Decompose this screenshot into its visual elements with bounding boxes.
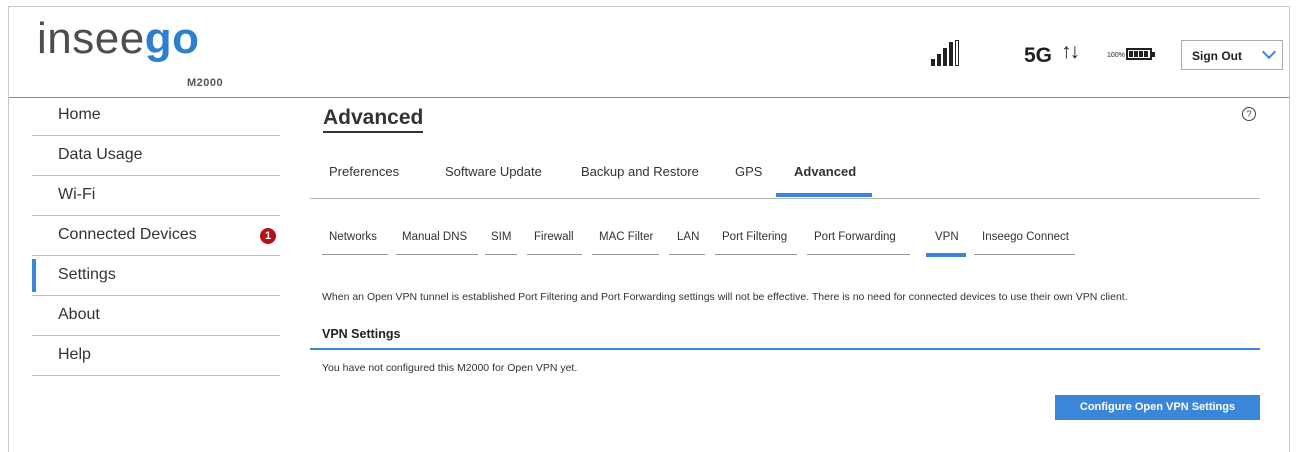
sidebar-item-label: Data Usage (58, 146, 143, 163)
sidebar-item-help[interactable]: Help (32, 336, 280, 376)
battery-icon (1126, 48, 1155, 60)
battery-percent: 100% (1107, 52, 1125, 59)
transfer-arrows-icon: ↑↓ (1061, 40, 1080, 63)
sidebar-nav: Home Data Usage Wi-Fi Connected Devices 1… (32, 96, 280, 376)
sidebar-item-home[interactable]: Home (32, 96, 280, 136)
subtab-port-filtering[interactable]: Port Filtering (722, 231, 787, 243)
active-subtab-indicator (926, 253, 966, 257)
sidebar-item-label: Connected Devices (58, 226, 197, 243)
configure-vpn-button[interactable]: Configure Open VPN Settings (1055, 395, 1260, 420)
logo-text-accent: go (144, 14, 200, 63)
logo-text-main: insee (37, 14, 145, 63)
subtab-inseego-connect[interactable]: Inseego Connect (982, 231, 1069, 243)
settings-tabs: Preferences Software Update Backup and R… (310, 152, 1260, 199)
sidebar-item-settings[interactable]: Settings (32, 256, 280, 296)
header: inseego M2000 5G ↑↓ 100% Sign Out (9, 7, 1289, 98)
inseego-logo: inseego (37, 17, 199, 61)
sidebar-item-label: Wi-Fi (58, 186, 96, 203)
section-title: VPN Settings (322, 327, 401, 341)
signal-icon (931, 40, 971, 66)
help-icon[interactable]: ? (1242, 107, 1256, 121)
sidebar-item-label: Settings (58, 266, 116, 283)
subtab-divider (715, 254, 797, 255)
vpn-status-text: You have not configured this M2000 for O… (322, 362, 578, 374)
subtab-vpn[interactable]: VPN (935, 231, 959, 243)
sidebar-item-label: Help (58, 346, 91, 363)
subtab-networks[interactable]: Networks (329, 231, 377, 243)
notification-badge: 1 (260, 228, 276, 244)
sidebar-item-label: About (58, 306, 100, 323)
subtab-divider (485, 254, 517, 255)
page-title: Advanced (323, 106, 424, 133)
chevron-down-icon (1261, 44, 1277, 60)
sidebar-item-data-usage[interactable]: Data Usage (32, 136, 280, 176)
subtab-divider (527, 254, 582, 255)
subtab-divider (807, 254, 910, 255)
subtab-divider (974, 254, 1075, 255)
sidebar-item-label: Home (58, 106, 101, 123)
active-tab-indicator (776, 193, 872, 197)
sidebar-item-connected-devices[interactable]: Connected Devices 1 (32, 216, 280, 256)
sign-out-dropdown[interactable]: Sign Out (1181, 40, 1283, 70)
tab-preferences[interactable]: Preferences (329, 164, 399, 179)
subtab-port-forwarding[interactable]: Port Forwarding (814, 231, 896, 243)
tab-gps[interactable]: GPS (735, 164, 762, 179)
tab-advanced[interactable]: Advanced (794, 164, 856, 179)
tab-software-update[interactable]: Software Update (445, 164, 542, 179)
device-model: M2000 (187, 77, 224, 89)
advanced-subtabs: Networks Manual DNS SIM Firewall MAC Fil… (310, 228, 1260, 258)
subtab-divider (396, 254, 478, 255)
subtab-divider (592, 254, 659, 255)
subtab-divider (669, 254, 705, 255)
vpn-info-text: When an Open VPN tunnel is established P… (322, 291, 1128, 303)
network-type: 5G (1024, 44, 1053, 67)
sidebar-item-about[interactable]: About (32, 296, 280, 336)
subtab-manual-dns[interactable]: Manual DNS (402, 231, 467, 243)
subtab-lan[interactable]: LAN (677, 231, 699, 243)
subtab-firewall[interactable]: Firewall (534, 231, 574, 243)
tab-backup-restore[interactable]: Backup and Restore (581, 164, 699, 179)
subtab-mac-filter[interactable]: MAC Filter (599, 231, 653, 243)
sidebar-item-wifi[interactable]: Wi-Fi (32, 176, 280, 216)
subtab-divider (322, 254, 388, 255)
section-divider (310, 348, 1260, 350)
subtab-sim[interactable]: SIM (491, 231, 511, 243)
sign-out-label: Sign Out (1192, 49, 1242, 63)
